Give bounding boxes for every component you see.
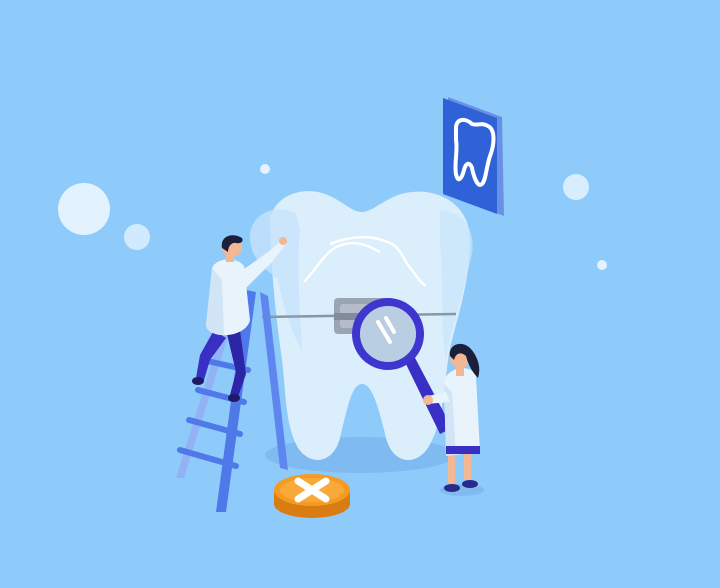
bubble-medium [124, 224, 150, 250]
bubble-large [58, 183, 110, 235]
close-x-icon [274, 474, 350, 518]
bubble-tiny [597, 260, 607, 270]
bubble-right [563, 174, 589, 200]
dental-illustration [0, 0, 720, 588]
bubble-small [260, 164, 270, 174]
illustration-canvas [0, 0, 720, 588]
